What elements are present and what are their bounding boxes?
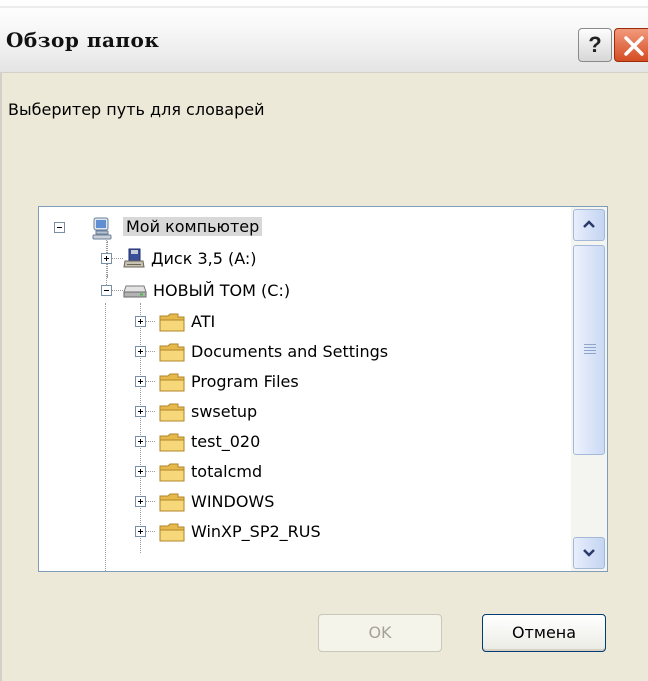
chevron-down-icon [583, 549, 595, 557]
expand-toggle[interactable] [135, 316, 146, 327]
hard-drive-icon [123, 285, 147, 298]
folder-icon [159, 493, 185, 512]
chevron-up-icon [583, 220, 595, 228]
tree-item-folder[interactable]: swsetup [39, 398, 571, 426]
tree-item-label: swsetup [191, 402, 258, 421]
plus-icon [138, 349, 143, 354]
expand-toggle[interactable] [135, 376, 146, 387]
tree-item-folder[interactable]: WINDOWS [39, 488, 571, 516]
folder-tree[interactable]: Мой компьютер Диск 3,5 (A:) НОВЫЙ ТОМ (C… [39, 207, 571, 571]
window-frame [0, 72, 2, 681]
collapse-toggle[interactable] [54, 222, 65, 233]
my-computer-icon [92, 217, 112, 240]
tree-item-label: test_020 [191, 432, 261, 451]
ok-button[interactable]: OK [318, 614, 442, 652]
help-icon: ? [588, 32, 602, 57]
expand-toggle[interactable] [135, 466, 146, 477]
tree-item-drive-c[interactable]: НОВЫЙ ТОМ (C:) [39, 277, 571, 305]
tree-item-folder[interactable]: Documents and Settings [39, 338, 571, 366]
help-button[interactable]: ? [578, 28, 612, 62]
title-bar-edge [0, 6, 648, 8]
plus-icon [138, 499, 143, 504]
close-button[interactable] [614, 28, 648, 62]
folder-icon [159, 523, 185, 542]
folder-tree-panel[interactable]: Мой компьютер Диск 3,5 (A:) НОВЫЙ ТОМ (C… [38, 206, 608, 572]
tree-item-my-computer[interactable]: Мой компьютер [39, 213, 571, 241]
dialog-title: Обзор папок [6, 28, 160, 52]
plus-icon [138, 409, 143, 414]
tree-item-label: Диск 3,5 (A:) [151, 249, 257, 268]
tree-item-floppy-drive[interactable]: Диск 3,5 (A:) [39, 245, 571, 273]
tree-item-folder[interactable]: ATI [39, 308, 571, 336]
browse-folders-dialog: Обзор папок ? Выберитер путь для словаре… [0, 0, 648, 681]
collapse-toggle[interactable] [101, 285, 112, 296]
minus-icon [57, 227, 62, 228]
expand-toggle[interactable] [101, 253, 112, 264]
tree-item-label: WinXP_SP2_RUS [191, 522, 321, 541]
prompt-text: Выберитер путь для словарей [8, 100, 265, 119]
vertical-scrollbar[interactable] [571, 207, 607, 571]
expand-toggle[interactable] [135, 526, 146, 537]
scroll-thumb[interactable] [573, 245, 605, 455]
scroll-grip [584, 353, 596, 354]
scroll-down-button[interactable] [573, 537, 605, 569]
tree-item-label: WINDOWS [191, 492, 275, 511]
tree-item-folder[interactable]: WinXP_SP2_RUS [39, 518, 571, 546]
plus-icon [138, 529, 143, 534]
expand-toggle[interactable] [135, 346, 146, 357]
plus-icon [138, 379, 143, 384]
plus-icon [138, 439, 143, 444]
tree-item-label: ATI [191, 312, 216, 331]
tree-item-label: Documents and Settings [191, 342, 389, 361]
folder-icon [159, 313, 185, 332]
tree-item-folder[interactable]: Program Files [39, 368, 571, 396]
tree-item-label: НОВЫЙ ТОМ (C:) [153, 281, 291, 300]
tree-item-folder[interactable]: totalcmd [39, 458, 571, 486]
folder-icon [159, 403, 185, 422]
plus-icon [138, 319, 143, 324]
plus-icon [138, 469, 143, 474]
folder-icon [159, 463, 185, 482]
folder-icon [159, 373, 185, 392]
scroll-up-button[interactable] [573, 209, 605, 241]
minus-icon [104, 290, 109, 291]
expand-toggle[interactable] [135, 496, 146, 507]
tree-item-folder[interactable]: test_020 [39, 428, 571, 456]
tree-item-label: Program Files [191, 372, 299, 391]
close-icon [624, 36, 644, 56]
scroll-grip [584, 344, 596, 345]
title-bar[interactable]: Обзор папок ? [0, 0, 648, 73]
scroll-grip [584, 347, 596, 348]
floppy-drive-icon [123, 248, 145, 268]
expand-toggle[interactable] [135, 436, 146, 447]
folder-icon [159, 343, 185, 362]
cancel-button[interactable]: Отмена [482, 614, 606, 652]
scroll-grip [584, 350, 596, 351]
tree-item-label: Мой компьютер [123, 217, 263, 236]
tree-item-label: totalcmd [191, 462, 263, 481]
expand-toggle[interactable] [135, 406, 146, 417]
plus-icon [104, 256, 109, 261]
folder-icon [159, 433, 185, 452]
